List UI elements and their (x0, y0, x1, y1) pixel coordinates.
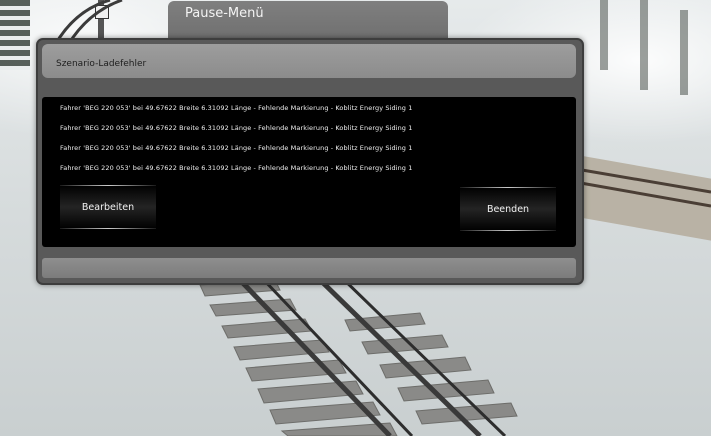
error-message-list: Fahrer 'BEG 220 053' bei 49.67622 Breite… (42, 97, 576, 247)
dialog-title: Szenario-Ladefehler (56, 59, 147, 69)
error-message: Fahrer 'BEG 220 053' bei 49.67622 Breite… (60, 104, 413, 112)
edit-button[interactable]: Bearbeiten (60, 185, 156, 229)
error-message: Fahrer 'BEG 220 053' bei 49.67622 Breite… (60, 164, 413, 172)
dialog-header: Szenario-Ladefehler (42, 44, 576, 78)
dialog-footer (42, 258, 576, 278)
quit-button[interactable]: Beenden (460, 187, 556, 231)
error-message: Fahrer 'BEG 220 053' bei 49.67622 Breite… (60, 124, 413, 132)
error-message: Fahrer 'BEG 220 053' bei 49.67622 Breite… (60, 144, 413, 152)
scenario-load-error-dialog: Szenario-Ladefehler Fahrer 'BEG 220 053'… (36, 38, 584, 285)
pause-menu-title: Pause-Menü (185, 6, 264, 21)
